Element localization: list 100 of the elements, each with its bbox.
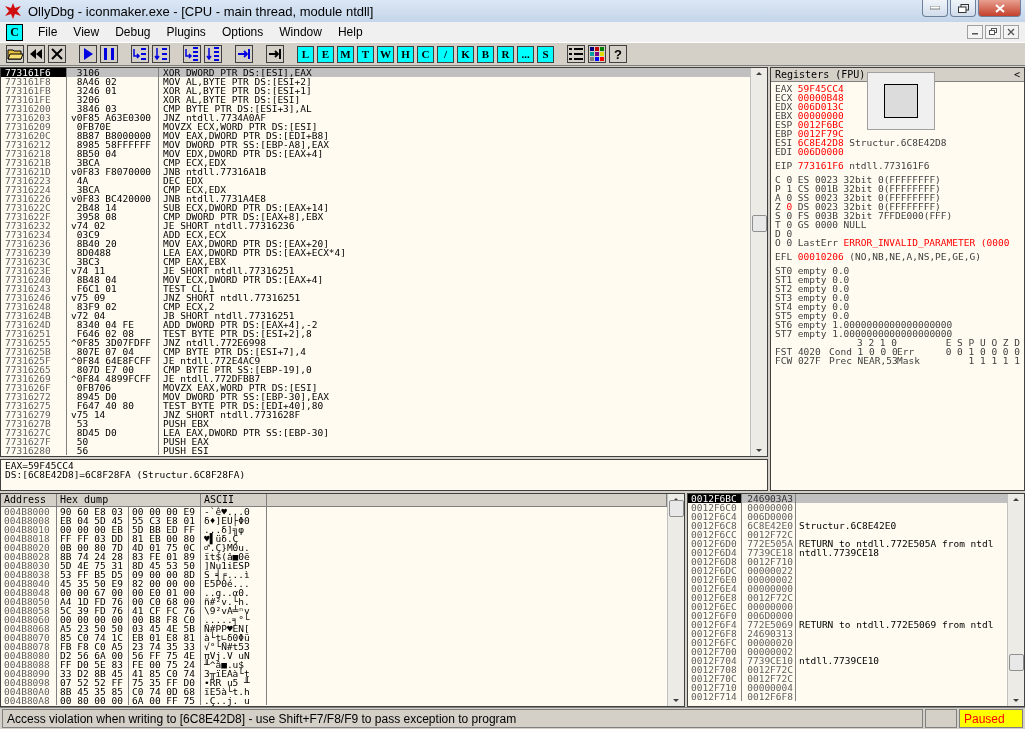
stack-row[interactable]: 0012F6FC 00000020 — [688, 638, 1007, 647]
letter-button[interactable]: S — [537, 45, 554, 63]
stack-row[interactable]: 0012F6C4 006D0000 — [688, 512, 1007, 521]
stack-row[interactable]: 0012F6E4 00000000 — [688, 584, 1007, 593]
scroll-thumb[interactable] — [752, 215, 767, 232]
letter-button[interactable]: L — [297, 45, 314, 63]
code-row[interactable]: 773161FE 3206 XOR AL,BYTE PTR DS:[ESI] — [1, 95, 750, 104]
code-row[interactable]: 77316275 F647 40 80 TEST BYTE PTR DS:[EDI+40],80 — [1, 401, 750, 410]
stack-row[interactable]: 0012F70C 0012F72C — [688, 674, 1007, 683]
code-row[interactable]: 77316223 4A DEC EDX — [1, 176, 750, 185]
menu-item[interactable]: Help — [330, 24, 370, 40]
goto-button[interactable] — [266, 45, 284, 63]
close-button[interactable] — [48, 45, 66, 63]
restore-button[interactable] — [950, 0, 976, 17]
code-row[interactable]: 77316280 56 PUSH ESI — [1, 446, 750, 455]
restart-button[interactable] — [27, 45, 45, 63]
letter-button[interactable]: E — [317, 45, 334, 63]
stack-row[interactable]: 0012F704 7739CE10 ntdll.7739CE10 — [688, 656, 1007, 665]
scroll-thumb[interactable] — [669, 500, 684, 517]
letter-button[interactable]: T — [357, 45, 374, 63]
code-row[interactable]: 77316272 8945 D0 MOV DWORD PTR SS:[EBP-30],EAX — [1, 392, 750, 401]
trace-into-button[interactable] — [183, 45, 201, 63]
stack-row[interactable]: 0012F6E8 0012F72C — [688, 593, 1007, 602]
step-into-button[interactable] — [131, 45, 149, 63]
stack-row[interactable]: 0012F6D8 0012F710 — [688, 557, 1007, 566]
letter-button[interactable]: K — [457, 45, 474, 63]
code-row[interactable]: 7731623C 3BC3 CMP EAX,EBX — [1, 257, 750, 266]
code-row[interactable]: 7731620C 8B87 B8000000 MOV EAX,DWORD PTR DS:[EDI+B8] — [1, 131, 750, 140]
code-row[interactable]: 7731623E v74 11 JE SHORT ntdll.77316251 — [1, 266, 750, 275]
code-row[interactable]: 773161FB 3246 01 XOR AL,BYTE PTR DS:[ESI+1] — [1, 86, 750, 95]
help-button[interactable]: ? — [609, 45, 627, 63]
code-row[interactable]: 7731624D 8340 04 FE ADD DWORD PTR DS:[EAX+4],-2 — [1, 320, 750, 329]
code-row[interactable]: 77316200 3846 03 CMP BYTE PTR DS:[ESI+3],AL — [1, 104, 750, 113]
code-row[interactable]: 7731627B 53 PUSH EBX — [1, 419, 750, 428]
code-row[interactable]: 77316246 v75 09 JNZ SHORT ntdll.77316251 — [1, 293, 750, 302]
column-header[interactable]: Hex dump — [57, 494, 201, 506]
menu-item[interactable]: File — [31, 24, 65, 40]
open-button[interactable] — [6, 45, 24, 63]
stack-row[interactable]: 0012F6BC 246903A3 — [688, 494, 1007, 503]
stack-row[interactable]: 0012F6F0 006D0000 — [688, 611, 1007, 620]
stack-row[interactable]: 0012F6D0 772E505A RETURN to ntdll.772E505A from ntdl — [688, 539, 1007, 548]
code-row[interactable]: 77316226 v0F83 BC420000 JNB ntdll.7731A4E8 — [1, 194, 750, 203]
code-row[interactable]: 77316232 v74 02 JE SHORT ntdll.77316236 — [1, 221, 750, 230]
mdi-close-button[interactable] — [1003, 25, 1019, 39]
code-row[interactable]: 7731621D v0F83 F8070000 JNB ntdll.77316A1B — [1, 167, 750, 176]
mdi-restore-button[interactable] — [985, 25, 1001, 39]
stack-row[interactable]: 0012F6C8 6C8E42E0 Structur.6C8E42E0 — [688, 521, 1007, 530]
code-row[interactable]: 77316209 0FB70E MOVZX ECX,WORD PTR DS:[ESI] — [1, 122, 750, 131]
code-row[interactable]: 77316251 F646 02 08 TEST BYTE PTR DS:[ESI+2],8 — [1, 329, 750, 338]
code-row[interactable]: 77316212 8985 58FFFFFF MOV DWORD PTR SS:[EBP-A8],EAX — [1, 140, 750, 149]
code-row[interactable]: 7731626F 0FB706 MOVZX EAX,WORD PTR DS:[ESI] — [1, 383, 750, 392]
code-row[interactable]: 77316269 ^0F84 4899FCFF JE ntdll.772DFBB7 — [1, 374, 750, 383]
menu-item[interactable]: Debug — [108, 24, 158, 40]
letter-button[interactable]: W — [377, 45, 394, 63]
trace-over-button[interactable] — [204, 45, 222, 63]
code-row[interactable]: 77316255 ^0F85 3D07FDFF JNZ ntdll.772E6998 — [1, 338, 750, 347]
scrollbar[interactable] — [1007, 494, 1024, 706]
code-row[interactable]: 77316243 F6C1 01 TEST CL,1 — [1, 284, 750, 293]
stack-row[interactable]: 0012F6F8 24690313 — [688, 629, 1007, 638]
code-row[interactable]: 77316240 8B48 04 MOV ECX,DWORD PTR DS:[EAX+4] — [1, 275, 750, 284]
column-header[interactable]: Address — [1, 494, 57, 506]
code-row[interactable]: 77316265 807D E7 00 CMP BYTE PTR SS:[EBP-19],0 — [1, 365, 750, 374]
code-row[interactable]: 773161F8 8A46 02 MOV AL,BYTE PTR DS:[ESI+2] — [1, 77, 750, 86]
code-row[interactable]: 7731625F ^0F84 64E8FCFF JE ntdll.772E4AC9 — [1, 356, 750, 365]
code-row[interactable]: 77316224 3BCA CMP ECX,EDX — [1, 185, 750, 194]
code-row[interactable]: 7731625B 807E 07 04 CMP BYTE PTR DS:[ESI+7],4 — [1, 347, 750, 356]
code-row[interactable]: 77316218 8B50 04 MOV EDX,DWORD PTR DS:[EAX+4] — [1, 149, 750, 158]
stack-row[interactable]: 0012F6F4 772E5069 RETURN to ntdll.772E5069 from ntdl — [688, 620, 1007, 629]
step-over-button[interactable] — [152, 45, 170, 63]
collapse-button[interactable]: < — [1013, 69, 1020, 80]
code-row[interactable]: 77316248 83F9 02 CMP ECX,2 — [1, 302, 750, 311]
stack-row[interactable]: 0012F708 0012F72C — [688, 665, 1007, 674]
mdi-minimize-button[interactable] — [967, 25, 983, 39]
list-button[interactable] — [567, 45, 585, 63]
letter-button[interactable]: ... — [517, 45, 534, 63]
code-row[interactable]: 77316239 8D0488 LEA EAX,DWORD PTR DS:[EAX+ECX*4] — [1, 248, 750, 257]
letter-button[interactable]: C — [417, 45, 434, 63]
code-row[interactable]: 773161F6 3106 XOR DWORD PTR DS:[ESI],EAX — [1, 68, 750, 77]
menu-item[interactable]: View — [66, 24, 107, 40]
letter-button[interactable]: B — [477, 45, 494, 63]
minimized-window[interactable] — [867, 72, 935, 130]
stack-row[interactable]: 0012F710 00000004 — [688, 683, 1007, 692]
scroll-thumb[interactable] — [1009, 654, 1024, 671]
code-row[interactable]: 77316203 v0F85 A63E0300 JNZ ntdll.7734A0AF — [1, 113, 750, 122]
letter-button[interactable]: M — [337, 45, 354, 63]
run-button[interactable] — [79, 45, 97, 63]
code-row[interactable]: 77316234 03C9 ADD ECX,ECX — [1, 230, 750, 239]
letter-button[interactable]: H — [397, 45, 414, 63]
letter-button[interactable]: / — [437, 45, 454, 63]
code-row[interactable]: 7731622C 2B48 14 SUB ECX,DWORD PTR DS:[EAX+14] — [1, 203, 750, 212]
stack-row[interactable]: 0012F6EC 00000000 — [688, 602, 1007, 611]
code-row[interactable]: 7731627F 50 PUSH EAX — [1, 437, 750, 446]
stack-row[interactable]: 0012F714 0012F6F8 — [688, 692, 1007, 701]
code-row[interactable]: 77316236 8B40 20 MOV EAX,DWORD PTR DS:[EAX+20] — [1, 239, 750, 248]
stack-row[interactable]: 0012F700 00000002 — [688, 647, 1007, 656]
code-row[interactable]: 7731627C 8D45 D0 LEA EAX,DWORD PTR SS:[EBP-30] — [1, 428, 750, 437]
stack-row[interactable]: 0012F6C0 00000000 — [688, 503, 1007, 512]
code-row[interactable]: 7731621B 3BCA CMP ECX,EDX — [1, 158, 750, 167]
stack-row[interactable]: 0012F6D4 7739CE18 ntdll.7739CE18 — [688, 548, 1007, 557]
code-row[interactable]: 77316279 v75 14 JNZ SHORT ntdll.7731628F — [1, 410, 750, 419]
